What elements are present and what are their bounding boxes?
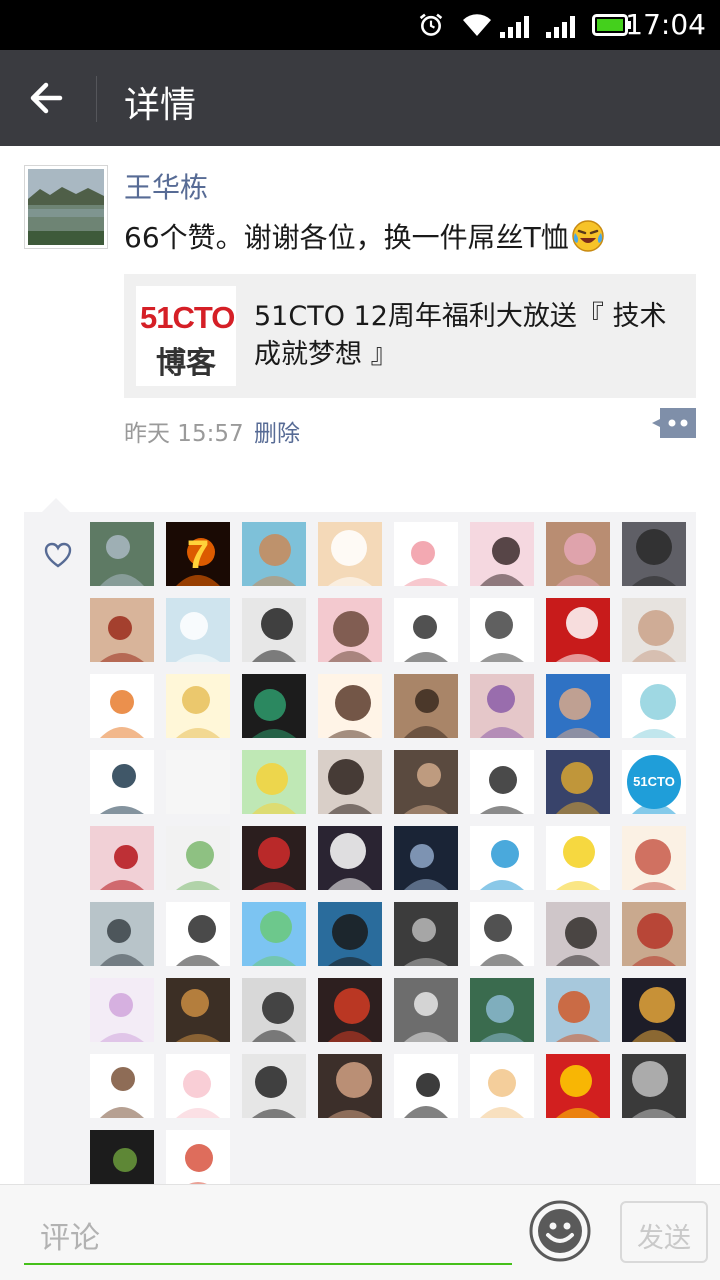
liker-avatar-beard-sketch[interactable] [470,750,534,814]
signal-icon [546,16,575,38]
liker-avatar-minions[interactable] [546,826,610,890]
liker-avatar-boy-photo[interactable] [242,522,306,586]
alarm-icon [419,13,443,36]
liker-avatar-young-man-2[interactable] [546,902,610,966]
liker-avatar-basketball-dunk[interactable] [242,826,306,890]
liker-avatar-rabbit-cartoon[interactable] [90,1054,154,1118]
liker-avatar-man-sky[interactable] [546,674,610,738]
svg-text:51CTO: 51CTO [633,774,675,789]
logo-line1: 51CTO [140,300,235,335]
author-name[interactable]: 王华栋 [124,166,208,206]
liker-avatar-51cto-helper[interactable]: 51CTO [622,750,686,814]
liker-avatar-baby-photo[interactable] [622,598,686,662]
liker-avatar-pink-pig[interactable] [166,1054,230,1118]
heart-icon [44,542,72,568]
liker-avatar-girl-laptop[interactable] [394,674,458,738]
svg-text:7: 7 [187,533,209,577]
delete-link[interactable]: 删除 [254,414,300,448]
liker-avatar-tokyo-shirt[interactable] [242,674,306,738]
shared-link-title: 51CTO 12周年福利大放送『 技术成就梦想 』 [254,301,667,370]
liker-avatar-plant-pot[interactable] [242,750,306,814]
liker-avatar-young-man[interactable] [166,902,230,966]
liker-avatar-w-logo[interactable] [394,1054,458,1118]
action-bar: 详情 [0,50,720,146]
liker-avatar-winter-tree[interactable] [90,902,154,966]
liker-avatar-white-hair-anime[interactable] [90,978,154,1042]
like-panel-arrow [42,498,70,512]
send-button[interactable]: 发送 [620,1201,708,1263]
comment-input[interactable]: 评论 [24,1185,512,1265]
liker-avatar-lips-closeup[interactable] [90,598,154,662]
wifi-icon [463,14,491,36]
post-text: 66个赞。谢谢各位，换一件屌丝T恤 [124,216,605,256]
liker-avatar-cartoon-cat[interactable] [318,522,382,586]
arrow-left-icon[interactable] [26,70,74,126]
liker-avatar-china-flag-boy[interactable] [546,1054,610,1118]
send-label: 发送 [637,1223,691,1254]
liker-avatar-orange-cat[interactable] [166,978,230,1042]
liker-avatar-transformer[interactable] [546,750,610,814]
liker-avatar-two-dogs[interactable] [394,978,458,1042]
liker-avatar-calligraphy-doll[interactable] [470,902,534,966]
laughing-tears-emoji [571,220,604,252]
liker-avatar-lamp[interactable] [242,1054,306,1118]
liker-avatar-cartoon-bun[interactable] [394,522,458,586]
comment-bar: 评论 发送 [0,1184,720,1280]
liker-avatar-fox-cartoon[interactable] [90,674,154,738]
liker-avatar-wolf[interactable] [622,1054,686,1118]
liker-avatar-cactus-pots[interactable] [166,826,230,890]
author-avatar[interactable] [24,165,108,249]
liker-avatar-eiffel-sketch[interactable] [622,826,686,890]
lake-landscape-image [28,169,104,245]
liker-avatar-two-men[interactable] [394,750,458,814]
liker-avatar-text-note[interactable] [470,598,534,662]
liker-avatar-girl-glasses[interactable] [318,750,382,814]
liker-avatar-woman-flowers[interactable] [546,522,610,586]
liker-avatar-ninja-art[interactable] [318,978,382,1042]
post-text-body: 66个赞。谢谢各位，换一件屌丝T恤 [124,221,569,254]
liker-avatar-green-field[interactable] [242,902,306,966]
liker-avatar-man-sunglasses[interactable] [622,522,686,586]
liker-avatar-believe-yourself[interactable] [394,902,458,966]
shared-link-card[interactable]: 51CTO 博客 51CTO 12周年福利大放送『 技术成就梦想 』 [124,274,696,398]
post-time: 昨天 15:57 [124,421,244,447]
smiley-icon[interactable] [528,1199,592,1263]
comment-placeholder: 评论 [40,1221,100,1256]
liker-avatar-waterfall[interactable] [470,978,534,1042]
status-bar: 17:04 [0,0,720,50]
51cto-blog-logo: 51CTO 博客 [136,286,236,386]
liker-avatar-lake-landscape[interactable] [90,522,154,586]
liker-avatar-ballerina[interactable] [166,598,230,662]
liker-avatar-vintage-can[interactable] [622,902,686,966]
liker-avatar-city-night[interactable] [622,978,686,1042]
liker-avatar-chinese-text-card[interactable] [318,826,382,890]
liker-avatar-red-seal[interactable] [546,598,610,662]
liker-avatar-girl-sketch[interactable] [470,522,534,586]
signal-icon [500,16,529,38]
liker-avatar-girl-scarf[interactable] [318,674,382,738]
liker-avatar-leader-photo[interactable] [242,978,306,1042]
liker-avatar-empty-avatar[interactable] [166,750,230,814]
liker-avatar-silhouette[interactable] [242,598,306,662]
liker-avatar-black-cat-logo[interactable] [90,750,154,814]
liker-avatar-wave-logo[interactable] [470,826,534,890]
liker-avatar-anime-warrior[interactable] [90,826,154,890]
liker-avatar-cartoon-boy[interactable] [470,1054,534,1118]
liker-avatar-doodle-hand[interactable] [394,598,458,662]
liker-avatar-cats-kissing[interactable] [318,902,382,966]
header-divider [96,76,97,122]
liker-avatar-cool-dog[interactable] [166,674,230,738]
liker-avatar-fire-seven[interactable]: 7 [166,522,230,586]
liker-avatar-purple-girl[interactable] [470,674,534,738]
liker-avatar-balloon-canyon[interactable] [546,978,610,1042]
liker-avatar-anime-boy[interactable] [318,598,382,662]
comment-more-icon[interactable] [652,408,696,438]
liker-avatar-night-portrait[interactable] [394,826,458,890]
liker-avatar-man-dark[interactable] [318,1054,382,1118]
page-title: 详情 [124,85,197,126]
liker-avatar-girl-drawing[interactable] [622,674,686,738]
status-time: 17:04 [625,8,706,41]
logo-line2: 博客 [156,346,216,381]
